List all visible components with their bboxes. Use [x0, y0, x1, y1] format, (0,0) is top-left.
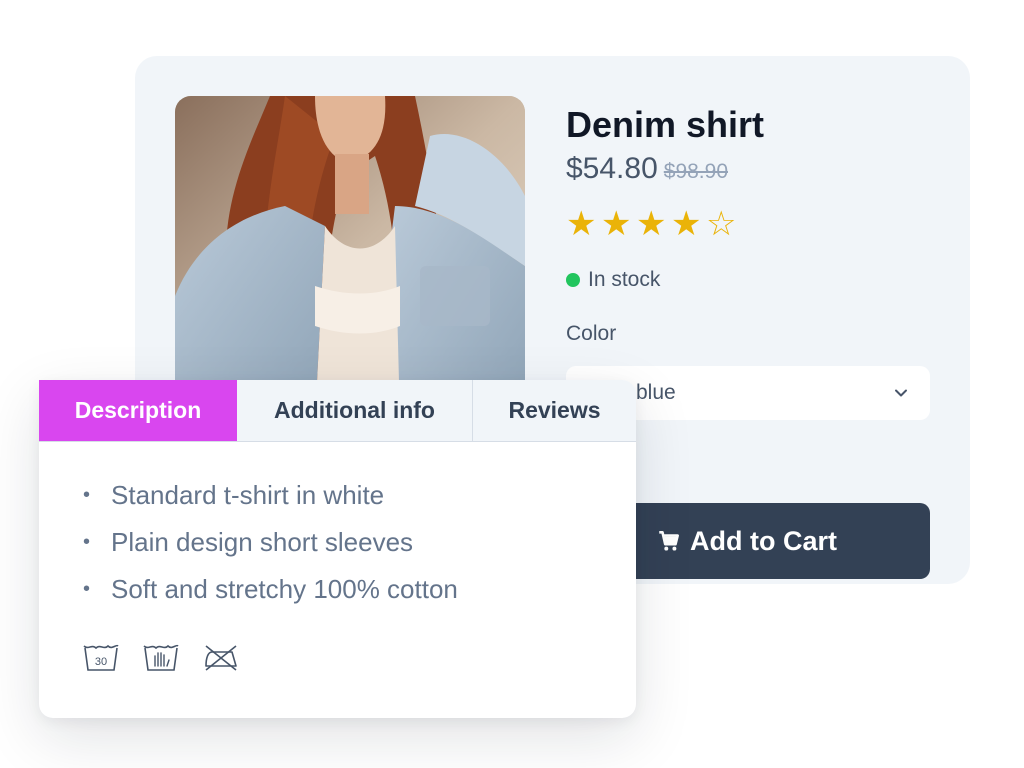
- color-label: Color: [566, 322, 617, 345]
- in-stock-dot-icon: [566, 273, 580, 287]
- list-item: Soft and stretchy 100% cotton: [83, 566, 636, 613]
- list-item: Plain design short sleeves: [83, 519, 636, 566]
- star-filled-icon: ★: [636, 205, 667, 243]
- care-icons: 30: [82, 642, 262, 672]
- color-select-value: blue: [636, 381, 676, 404]
- old-price: $98.90: [663, 160, 728, 183]
- list-item: Standard t-shirt in white: [83, 472, 636, 519]
- tab-bar: Description Additional info Reviews: [39, 380, 636, 442]
- product-showcase: Denim shirt $54.80 $98.90 ★ ★ ★ ★ ☆ In s…: [0, 0, 1024, 768]
- hand-wash-icon: [143, 644, 179, 671]
- wash-30-icon: 30: [83, 644, 119, 671]
- tab-reviews[interactable]: Reviews: [473, 380, 636, 441]
- star-filled-icon: ★: [566, 205, 597, 243]
- stock-status-label: In stock: [588, 268, 661, 291]
- add-to-cart-label: Add to Cart: [690, 525, 837, 556]
- product-photo: [175, 96, 525, 421]
- tab-additional-info[interactable]: Additional info: [237, 380, 473, 441]
- tab-description[interactable]: Description: [39, 380, 237, 441]
- star-filled-icon: ★: [671, 205, 702, 243]
- do-not-iron-icon: [205, 645, 237, 671]
- price-row: $54.80 $98.90: [566, 152, 930, 192]
- current-price: $54.80: [566, 152, 658, 185]
- product-title: Denim shirt: [566, 104, 765, 145]
- chevron-down-icon: [895, 389, 907, 397]
- feature-list: Standard t-shirt in white Plain design s…: [39, 442, 636, 613]
- cart-icon: [659, 531, 679, 551]
- product-tabs-panel: Description Additional info Reviews Stan…: [39, 380, 636, 718]
- stock-status: In stock: [566, 266, 930, 294]
- rating-stars: ★ ★ ★ ★ ☆: [566, 204, 930, 244]
- wash-temperature-label: 30: [95, 656, 107, 668]
- product-info: Denim shirt $54.80 $98.90 ★ ★ ★ ★ ☆ In s…: [566, 100, 930, 579]
- star-empty-icon: ☆: [706, 205, 737, 243]
- star-filled-icon: ★: [601, 205, 632, 243]
